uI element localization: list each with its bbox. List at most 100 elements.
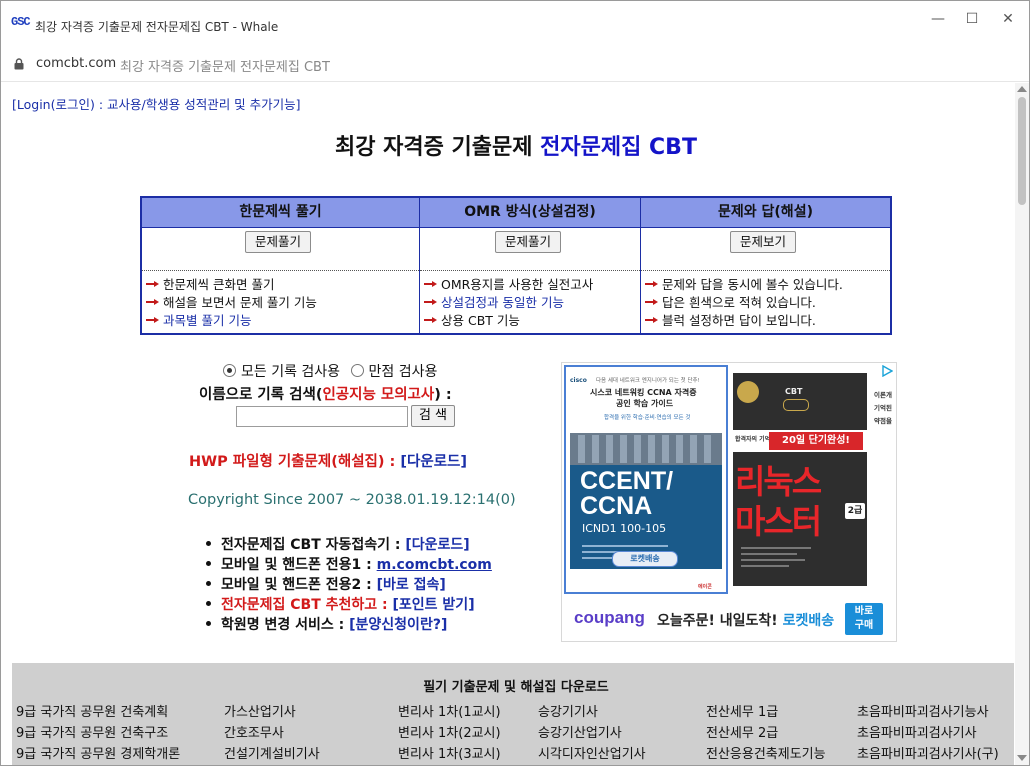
book-title-master: 마스터: [735, 502, 822, 541]
coupang-advertisement[interactable]: cisco 다음 세대 네트워크 엔지니어가 되는 첫 단추! 시스코 네트워킹…: [561, 362, 897, 642]
mobile-site-link[interactable]: m.comcbt.com: [377, 557, 492, 573]
solve-omr-button[interactable]: 문제풀기: [495, 231, 562, 253]
feature-item: 과목별 풀기 기능: [146, 312, 419, 330]
download-section: 필기 기출문제 및 해설집 다운로드 9급 국가직 공무원 건축계획 9급 국가…: [12, 663, 1014, 765]
page-title: 최강 자격증 기출문제 전자문제집 CBT: [1, 129, 1014, 161]
download-item[interactable]: 초음파비파괴검사기사(구): [857, 743, 999, 762]
search-button[interactable]: 검 색: [411, 405, 455, 427]
pointing-hand-icon: [645, 281, 658, 287]
mobile-direct-link[interactable]: [바로 접속]: [377, 577, 446, 593]
address-page-title: 최강 자격증 기출문제 전자문제집 CBT: [120, 60, 330, 75]
browser-window: GSC 최강 자격증 기출문제 전자문제집 CBT - Whale — ☐ ✕ …: [0, 0, 1030, 766]
ai-mock-exam-link[interactable]: 인공지능 모의고사: [322, 387, 434, 403]
window-title: 최강 자격증 기출문제 전자문제집 CBT - Whale: [35, 20, 279, 34]
server-rack-image: [570, 433, 722, 465]
page-title-black: 최강 자격증 기출문제: [335, 135, 541, 160]
site-logo-icon: GSC: [11, 15, 31, 29]
download-item[interactable]: 전산세무 1급: [706, 701, 778, 720]
cbt-badge: [783, 399, 809, 411]
hwp-download-link[interactable]: [다운로드]: [400, 454, 467, 470]
franchise-info-link[interactable]: [분양신청이란?]: [349, 617, 447, 633]
download-item[interactable]: 전산응용건축제도기능: [706, 743, 826, 762]
download-item[interactable]: 승강기산업기사: [538, 722, 622, 741]
list-item: 전자문제집 CBT 추천하고 : [포인트 받기]: [206, 595, 492, 615]
download-item[interactable]: 전산세무 2급: [706, 722, 778, 741]
login-link[interactable]: [Login(로그인) : 교사용/학생용 성적관리 및 추가기능]: [12, 94, 301, 113]
download-item[interactable]: 9급 국가직 공무원 건축계획: [16, 701, 168, 720]
mode-table: 한문제씩 풀기 문제풀기 한문제씩 큰화면 풀기 해설을 보면서 문제 풀기 기…: [140, 196, 892, 335]
name-search-input[interactable]: [236, 406, 408, 427]
radio-perfect-label[interactable]: 만점 검사용: [369, 364, 438, 380]
download-item[interactable]: 9급 국가직 공무원 건축구조: [16, 722, 168, 741]
download-item[interactable]: 간호조무사: [224, 722, 284, 741]
cover-text-3: ICND1 100-105: [582, 522, 667, 535]
book-side-text: 이론개 기억된 약점을: [874, 389, 892, 428]
bullet-dot: [206, 601, 211, 606]
download-item[interactable]: 변리사 1차(3교시): [398, 743, 501, 762]
list-item: 학원명 변경 서비스 : [분양신청이란?]: [206, 615, 492, 635]
pointing-hand-icon: [645, 317, 658, 323]
banner-small-text: 합격자의 기억: [735, 436, 771, 443]
banner-text: 20일 단기완성!: [769, 432, 863, 450]
cover-text-2: CCNA: [580, 492, 653, 520]
scroll-up-arrow-icon[interactable]: [1017, 86, 1027, 92]
address-domain: comcbt.com: [36, 56, 117, 71]
coupang-logo: coupang: [574, 608, 645, 627]
buy-now-button[interactable]: 바로 구매: [845, 603, 883, 635]
scroll-thumb[interactable]: [1018, 97, 1026, 205]
ccna-book-product[interactable]: cisco 다음 세대 네트워크 엔지니어가 되는 첫 단추! 시스코 네트워킹…: [564, 365, 728, 594]
download-item[interactable]: 초음파비파괴검사기사: [857, 722, 977, 741]
radio-perfect-score[interactable]: [350, 364, 364, 377]
book-cover-top: cisco 다음 세대 네트워크 엔지니어가 되는 첫 단추! 시스코 네트워킹…: [566, 367, 726, 433]
feature-item: 블럭 설정하면 답이 보입니다.: [645, 312, 890, 330]
mode-header: OMR 방식(상설검정): [420, 198, 640, 228]
search-label: 이름으로 기록 검색(인공지능 모의고사) :: [199, 387, 452, 403]
side-text-line: 기억된: [874, 404, 892, 412]
address-bar[interactable]: comcbt.com 최강 자격증 기출문제 전자문제집 CBT: [1, 45, 1029, 79]
feature-item: OMR용지를 사용한 실전고사: [424, 276, 640, 294]
publisher-logo: 에이콘: [698, 584, 712, 590]
mode-column-answers: 문제와 답(해설) 문제보기 문제와 답을 동시에 볼수 있습니다. 답은 흰색…: [641, 198, 890, 333]
ad-choices-icon[interactable]: [881, 365, 893, 377]
lock-icon: [14, 58, 24, 70]
coupang-banner[interactable]: coupang 오늘주문! 내일도착! 로켓배송 바로 구매: [562, 598, 896, 641]
feature-list: 문제와 답을 동시에 볼수 있습니다. 답은 흰색으로 적혀 있습니다. 블럭 …: [641, 271, 890, 330]
mode-button-row: 문제풀기: [142, 228, 419, 271]
side-text-line: 약점을: [874, 417, 892, 425]
download-item[interactable]: 9급 국가직 공무원 경제학개론: [16, 743, 180, 762]
download-item[interactable]: 승강기기사: [538, 701, 598, 720]
linux-master-book-product[interactable]: CBT 합격자의 기억 20일 단기완성! 리눅스 마스터 2급: [733, 373, 867, 586]
award-badge-icon: [737, 381, 759, 403]
download-item[interactable]: 건설기계설비기사: [224, 743, 320, 762]
maximize-button[interactable]: ☐: [957, 9, 987, 29]
download-item[interactable]: 초음파비파괴검사기능사: [857, 701, 989, 720]
book-title-line1: 시스코 네트워킹 CCNA 자격증: [590, 388, 697, 397]
download-item[interactable]: 시각디자인산업기사: [538, 743, 646, 762]
bullet-dot: [206, 621, 211, 626]
hwp-download-line: HWP 파일형 기출문제(해설집) : [다운로드]: [189, 454, 468, 470]
coupang-slogan: 오늘주문! 내일도착! 로켓배송: [657, 613, 835, 629]
list-item: 모바일 및 핸드폰 전용2 : [바로 접속]: [206, 575, 492, 595]
radio-all-label[interactable]: 모든 기록 검사용: [241, 364, 340, 380]
close-button[interactable]: ✕: [993, 9, 1023, 29]
grade-label: 2급: [845, 503, 865, 519]
view-problems-button[interactable]: 문제보기: [730, 231, 797, 253]
scroll-down-arrow-icon[interactable]: [1017, 755, 1027, 761]
pointing-hand-icon: [146, 299, 159, 305]
radio-all-records[interactable]: [223, 364, 236, 377]
download-item[interactable]: 변리사 1차(1교시): [398, 701, 501, 720]
get-points-link[interactable]: [포인트 받기]: [393, 597, 475, 613]
solve-single-button[interactable]: 문제풀기: [245, 231, 312, 253]
toolbar-divider: [1, 81, 1029, 82]
mode-header: 한문제씩 풀기: [142, 198, 419, 228]
vertical-scrollbar[interactable]: [1015, 83, 1029, 765]
auto-connector-download-link[interactable]: [다운로드]: [405, 537, 469, 553]
download-item[interactable]: 가스산업기사: [224, 701, 296, 720]
feature-item: 상용 CBT 기능: [424, 312, 640, 330]
book-title-line2: 공인 학습 가이드: [616, 399, 674, 408]
minimize-button[interactable]: —: [923, 9, 953, 29]
cbt-label: CBT: [785, 387, 803, 396]
bullet-dot: [206, 561, 211, 566]
download-item[interactable]: 변리사 1차(2교시): [398, 722, 501, 741]
pointing-hand-icon: [424, 299, 437, 305]
